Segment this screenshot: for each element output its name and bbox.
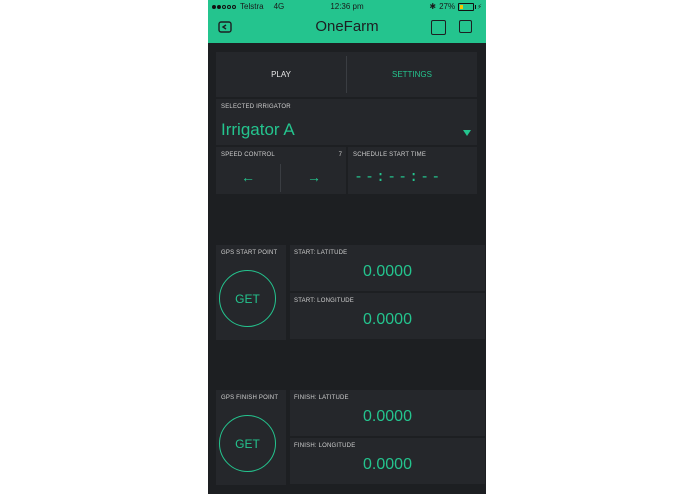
- finish-longitude-label: FINISH: LONGITUDE: [294, 443, 356, 449]
- battery-icon: [458, 2, 477, 11]
- gps-finish-cell: GPS FINISH POINT GET: [216, 390, 286, 485]
- tab-settings[interactable]: SETTINGS: [347, 52, 477, 97]
- finish-longitude-cell: FINISH: LONGITUDE 0.0000: [290, 438, 485, 484]
- finish-latitude-value: 0.0000: [363, 408, 412, 425]
- tab-bar: PLAY SETTINGS: [216, 52, 477, 97]
- finish-latitude-label: FINISH: LATITUDE: [294, 395, 349, 401]
- bluetooth-icon: ✱: [429, 2, 437, 11]
- gps-start-section: GPS START POINT GET START: LATITUDE 0.00…: [216, 245, 485, 340]
- schedule-value: --:--:--: [354, 167, 443, 185]
- speed-control: SPEED CONTROL 7 ← →: [216, 147, 346, 194]
- gps-finish-get-button[interactable]: GET: [219, 415, 276, 472]
- speed-label: SPEED CONTROL: [221, 152, 275, 158]
- gps-start-cell: GPS START POINT GET: [216, 245, 286, 340]
- gps-start-get-button[interactable]: GET: [219, 270, 276, 327]
- app-bar: OneFarm: [208, 13, 486, 43]
- gps-finish-section: GPS FINISH POINT GET FINISH: LATITUDE 0.…: [216, 390, 485, 485]
- speed-increase-button[interactable]: →: [282, 162, 346, 192]
- chip-icon[interactable]: [431, 20, 446, 35]
- start-longitude-value: 0.0000: [363, 311, 412, 328]
- start-longitude-label: START: LONGITUDE: [294, 298, 354, 304]
- speed-divider: [280, 164, 281, 192]
- schedule-label: SCHEDULE START TIME: [353, 152, 427, 158]
- irrigator-value: Irrigator A: [221, 120, 295, 139]
- gps-finish-label: GPS FINISH POINT: [221, 395, 279, 401]
- irrigator-selector[interactable]: SELECTED IRRIGATOR Irrigator A: [216, 99, 477, 145]
- speed-value: 7: [338, 152, 342, 158]
- status-right: ✱ 27% ⚡: [429, 2, 482, 11]
- chevron-down-icon[interactable]: [463, 130, 471, 136]
- finish-longitude-value: 0.0000: [363, 456, 412, 473]
- schedule-start-time[interactable]: SCHEDULE START TIME --:--:--: [348, 147, 477, 194]
- status-bar: Telstra 4G 12:36 pm ✱ 27% ⚡: [208, 0, 486, 13]
- irrigator-label: SELECTED IRRIGATOR: [221, 104, 291, 110]
- square-icon[interactable]: [459, 20, 472, 33]
- phone-screen: Telstra 4G 12:36 pm ✱ 27% ⚡ OneFarm PLAY…: [208, 0, 486, 494]
- battery-percent: 27%: [439, 2, 456, 11]
- speed-decrease-button[interactable]: ←: [216, 162, 280, 192]
- start-latitude-label: START: LATITUDE: [294, 250, 348, 256]
- gps-start-label: GPS START POINT: [221, 250, 278, 256]
- finish-latitude-cell: FINISH: LATITUDE 0.0000: [290, 390, 485, 436]
- tab-play[interactable]: PLAY: [216, 52, 346, 97]
- start-longitude-cell: START: LONGITUDE 0.0000: [290, 293, 485, 339]
- start-latitude-cell: START: LATITUDE 0.0000: [290, 245, 485, 291]
- charging-icon: ⚡: [477, 3, 482, 11]
- start-latitude-value: 0.0000: [363, 263, 412, 280]
